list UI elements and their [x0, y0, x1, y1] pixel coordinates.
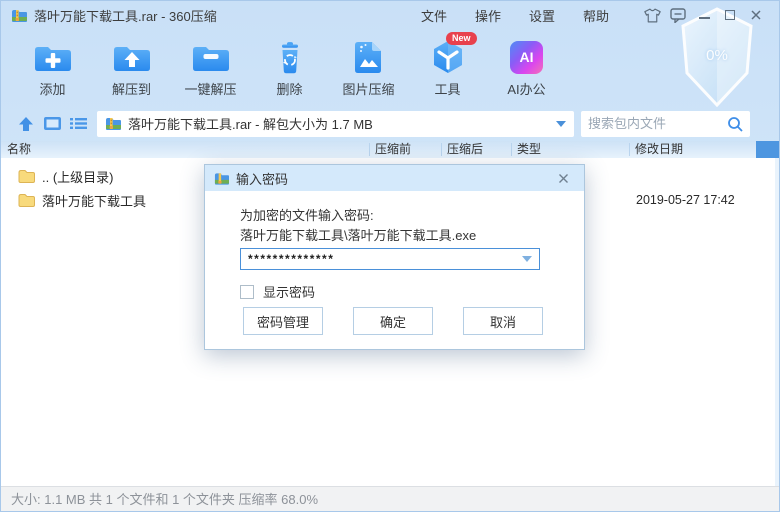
toolbar-label: 一键解压: [184, 82, 237, 97]
dialog-title: 输入密码: [236, 171, 289, 187]
menu-operate[interactable]: 操作: [461, 2, 515, 29]
file-name: .. (上级目录): [42, 169, 114, 185]
dialog-titlebar: 输入密码: [205, 165, 584, 191]
show-password-row: 显示密码: [240, 282, 315, 301]
chevron-down-icon[interactable]: [522, 256, 532, 262]
archive-app-icon: [11, 9, 27, 22]
toolbar-ai-office[interactable]: AI AI办公: [487, 29, 566, 106]
column-modified[interactable]: 修改日期: [635, 141, 683, 158]
close-button[interactable]: [743, 4, 769, 26]
menu-settings[interactable]: 设置: [515, 2, 569, 29]
app-window: 0% 落叶万能下载工具.rar - 360压缩 文件 操作 设置 帮助 添加 解…: [0, 0, 780, 512]
window-title: 落叶万能下载工具.rar - 360压缩: [34, 8, 217, 24]
column-divider: [511, 143, 512, 156]
toolbar-label: 删除: [276, 82, 303, 97]
menubar: 文件 操作 设置 帮助: [407, 2, 623, 29]
titlebar: 落叶万能下载工具.rar - 360压缩 文件 操作 设置 帮助: [1, 1, 779, 29]
toolbar-tools[interactable]: New 工具: [408, 29, 487, 106]
search-box: [581, 110, 750, 137]
toolbar-label: 添加: [39, 82, 66, 97]
list-view-icon[interactable]: [65, 111, 91, 137]
tools-hexagon-icon: New: [428, 32, 477, 78]
password-dialog: 输入密码 为加密的文件输入密码: 落叶万能下载工具\落叶万能下载工具.exe *…: [204, 164, 585, 350]
file-name: 落叶万能下载工具: [42, 193, 147, 209]
encrypted-file-path: 落叶万能下载工具\落叶万能下载工具.exe: [240, 228, 477, 243]
minimize-button[interactable]: [691, 4, 717, 26]
archive-file-icon: [214, 172, 229, 185]
search-input[interactable]: [588, 116, 727, 131]
column-size-before[interactable]: 压缩前: [375, 141, 411, 158]
column-size-after[interactable]: 压缩后: [447, 141, 483, 158]
column-divider: [441, 143, 442, 156]
toolbar: 添加 解压到 一键解压 删除 图片压缩 New 工具 AI AI办公: [1, 29, 779, 106]
folder-icon: [18, 193, 35, 207]
password-input[interactable]: **************: [240, 248, 540, 270]
column-type[interactable]: 类型: [517, 141, 541, 158]
ai-icon-text: AI: [519, 49, 534, 65]
toolbar-add[interactable]: 添加: [13, 29, 92, 106]
archive-path-select[interactable]: 落叶万能下载工具.rar - 解包大小为 1.7 MB: [97, 110, 574, 137]
ok-button[interactable]: 确定: [353, 307, 433, 335]
column-divider: [629, 143, 630, 156]
feedback-icon[interactable]: [665, 4, 691, 26]
skin-icon[interactable]: [639, 4, 665, 26]
preview-pane-icon[interactable]: [39, 111, 65, 137]
show-password-label: 显示密码: [263, 285, 316, 300]
extract-folder-icon: [112, 36, 152, 78]
column-header-row: 名称 压缩前 压缩后 类型 修改日期: [1, 141, 779, 158]
toolbar-label: 解压到: [111, 82, 151, 97]
toolbar-extract-to[interactable]: 解压到: [92, 29, 171, 106]
scrollbar-corner: [756, 141, 779, 158]
chevron-down-icon[interactable]: [556, 120, 566, 127]
column-name[interactable]: 名称: [7, 141, 31, 158]
column-divider: [369, 143, 370, 156]
image-compress-icon: [349, 36, 389, 78]
toolbar-label: 工具: [434, 82, 461, 97]
up-directory-icon[interactable]: [13, 111, 39, 137]
archive-path-text: 落叶万能下载工具.rar - 解包大小为 1.7 MB: [128, 117, 373, 132]
password-manage-button[interactable]: 密码管理: [243, 307, 323, 335]
search-icon[interactable]: [727, 116, 743, 132]
archive-file-icon: [105, 117, 121, 130]
address-bar: 落叶万能下载工具.rar - 解包大小为 1.7 MB: [1, 106, 779, 141]
maximize-button[interactable]: [717, 4, 743, 26]
folder-icon: [18, 169, 35, 183]
new-badge: New: [445, 32, 477, 45]
add-folder-icon: [33, 36, 73, 78]
show-password-checkbox[interactable]: [240, 284, 254, 299]
toolbar-label: AI办公: [507, 82, 546, 97]
menu-help[interactable]: 帮助: [569, 2, 623, 29]
toolbar-one-click-extract[interactable]: 一键解压: [171, 29, 250, 106]
one-click-extract-icon: [191, 36, 231, 78]
dialog-body: 为加密的文件输入密码: 落叶万能下载工具\落叶万能下载工具.exe ******…: [205, 191, 584, 350]
cancel-button[interactable]: 取消: [463, 307, 543, 335]
status-bar: 大小: 1.1 MB 共 1 个文件和 1 个文件夹 压缩率 68.0%: [1, 486, 779, 511]
titlebar-controls: [639, 4, 769, 26]
password-prompt: 为加密的文件输入密码:: [240, 208, 374, 223]
toolbar-label: 图片压缩: [342, 82, 395, 97]
toolbar-image-compress[interactable]: 图片压缩: [329, 29, 408, 106]
trash-icon: [270, 36, 310, 78]
dialog-close-icon[interactable]: [551, 167, 575, 189]
menu-file[interactable]: 文件: [407, 2, 461, 29]
password-masked-value: **************: [248, 252, 335, 266]
toolbar-delete[interactable]: 删除: [250, 29, 329, 106]
ai-office-icon: AI: [510, 40, 543, 74]
status-text: 大小: 1.1 MB 共 1 个文件和 1 个文件夹 压缩率 68.0%: [11, 492, 319, 507]
file-modified-date: 2019-05-27 17:42: [636, 193, 735, 207]
